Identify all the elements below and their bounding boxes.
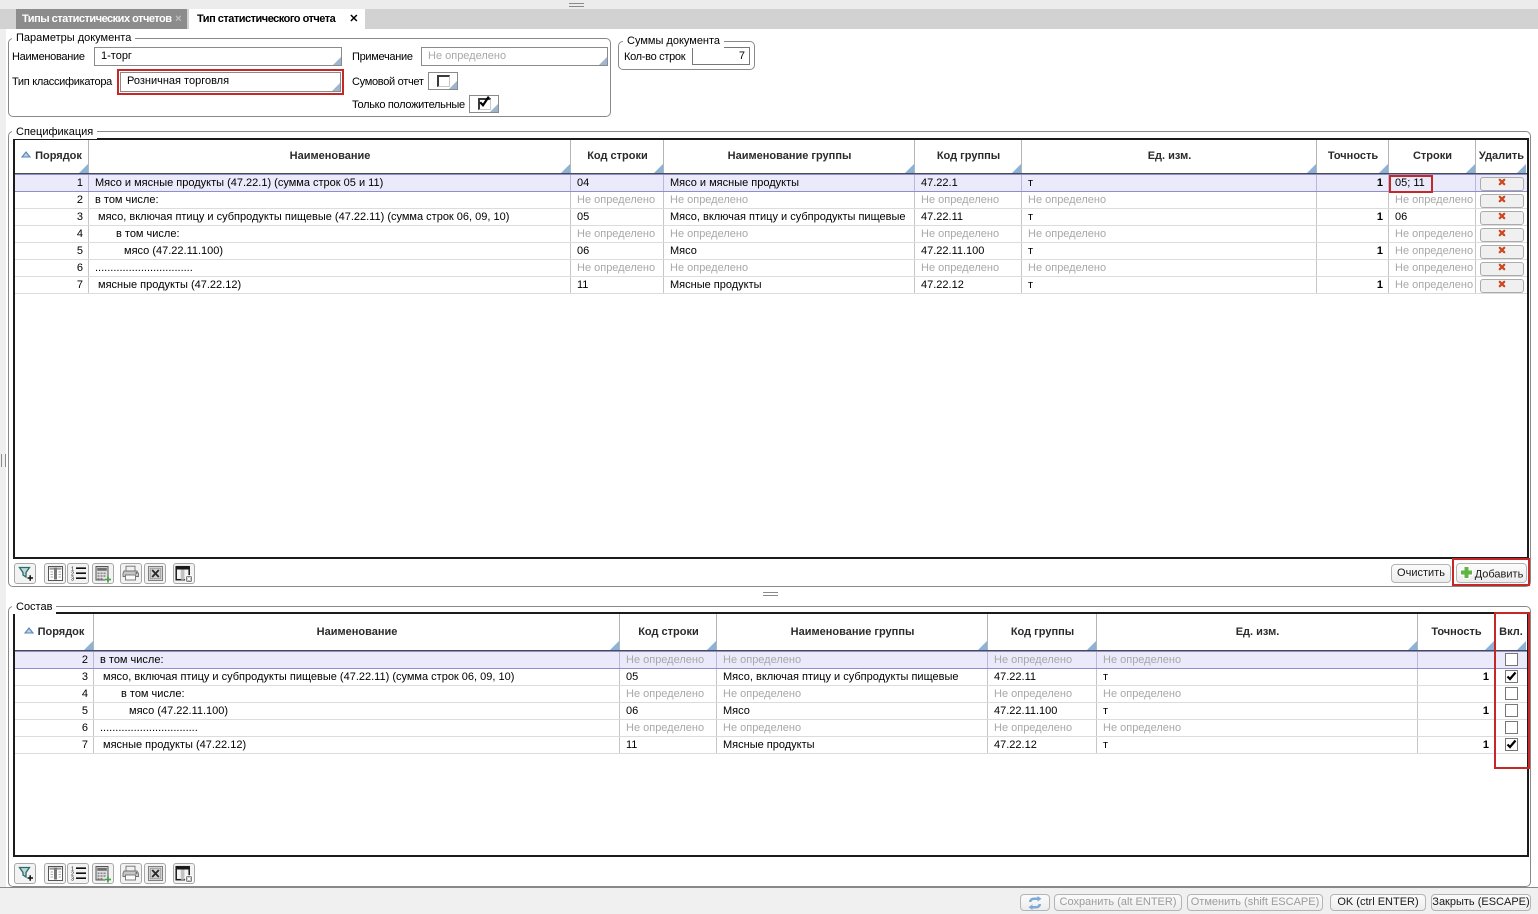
svg-text:3: 3 [71, 877, 74, 882]
svg-text:3: 3 [71, 577, 74, 582]
